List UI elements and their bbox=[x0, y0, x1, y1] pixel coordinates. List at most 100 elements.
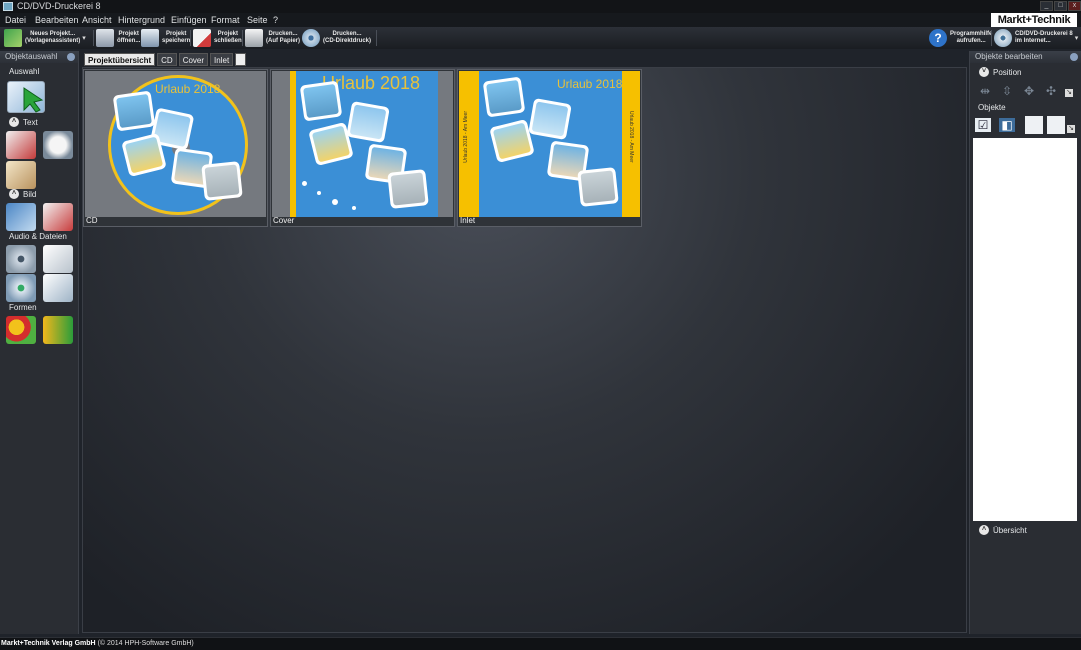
cd-heading: Urlaub 2018 bbox=[155, 82, 221, 96]
close-window-button[interactable]: x bbox=[1068, 1, 1081, 11]
panel-header: Objekte bearbeiten bbox=[970, 51, 1081, 63]
thumbnail-caption: Inlet bbox=[460, 216, 476, 225]
new-project-button[interactable]: Neues Projekt... (Vorlagenassistent) ▾ bbox=[4, 28, 86, 48]
text-tool-icon[interactable] bbox=[6, 131, 36, 159]
file-list-icon[interactable] bbox=[43, 274, 73, 302]
object-properties-icon[interactable] bbox=[1025, 116, 1043, 134]
panel-title: Objektauswahl bbox=[5, 52, 58, 61]
close-project-button[interactable]: Projekt schließen bbox=[193, 28, 242, 48]
layer-order-icon[interactable]: ◧ bbox=[999, 118, 1015, 132]
menu-ansicht[interactable]: Ansicht bbox=[82, 15, 112, 25]
curved-text-icon[interactable] bbox=[43, 131, 73, 159]
toolbar-separator bbox=[242, 30, 243, 46]
inlet-preview: Urlaub 2018 - Am Meer Urlaub 2018 - Am M… bbox=[459, 71, 640, 217]
section-label: Audio & Dateien bbox=[9, 232, 67, 241]
new-project-label: Neues Projekt... bbox=[30, 31, 76, 37]
lines-tool-icon[interactable] bbox=[43, 316, 73, 344]
print-paper-button[interactable]: Drucken... (Auf Papier) bbox=[245, 28, 300, 48]
select-tool-icon[interactable] bbox=[7, 81, 45, 113]
thumbnail-inlet[interactable]: Urlaub 2018 - Am Meer Urlaub 2018 - Am M… bbox=[457, 69, 642, 227]
menu-bearbeiten[interactable]: Bearbeiten bbox=[35, 15, 79, 25]
help-button[interactable]: ? Programmhilfe aufrufen... bbox=[929, 28, 992, 48]
printer-icon bbox=[245, 29, 263, 47]
thumbnail-caption: CD bbox=[86, 216, 98, 225]
view-tabs: Projektübersicht CD Cover Inlet bbox=[84, 53, 248, 66]
shapes-tool-icon[interactable] bbox=[6, 316, 36, 344]
inlet-spine-left: Urlaub 2018 - Am Meer bbox=[463, 111, 469, 163]
clipart-icon[interactable] bbox=[43, 203, 73, 231]
help-sublabel: aufrufen... bbox=[956, 38, 986, 44]
internet-button[interactable]: CD/DVD-Druckerei 8 im Internet... ▾ bbox=[994, 28, 1078, 48]
section-text[interactable]: ˄ Text bbox=[9, 117, 38, 127]
align-horizontal-icon[interactable]: ⇹ bbox=[977, 84, 993, 98]
brand-logo: Markt+Technik bbox=[991, 13, 1077, 27]
status-bar: Markt+Technik Verlag GmbH (© 2014 HPH-So… bbox=[0, 637, 1081, 650]
new-page-icon[interactable] bbox=[235, 53, 247, 66]
audio-tracks-icon[interactable] bbox=[6, 245, 36, 273]
chevron-down-icon[interactable]: ˅ bbox=[979, 67, 989, 77]
object-edit-icon[interactable] bbox=[1047, 116, 1065, 134]
thumbnail-cd[interactable]: Urlaub 2018 CD bbox=[83, 69, 268, 227]
menu-datei[interactable]: Datei bbox=[5, 15, 26, 25]
toolbar-separator bbox=[93, 30, 94, 46]
pin-icon[interactable] bbox=[1070, 53, 1078, 61]
toolbar-separator bbox=[190, 30, 191, 46]
distribute-icon[interactable]: ✣ bbox=[1043, 84, 1059, 98]
menu-help[interactable]: ? bbox=[273, 15, 278, 25]
inlet-heading: Urlaub 2018 bbox=[557, 77, 623, 91]
print-cd-label: Drucken... bbox=[332, 31, 362, 37]
objects-list[interactable] bbox=[973, 138, 1077, 521]
window-title: CD/DVD-Druckerei 8 bbox=[17, 1, 101, 11]
tab-inlet[interactable]: Inlet bbox=[210, 53, 234, 66]
track-list-icon[interactable] bbox=[43, 245, 73, 273]
chevron-up-icon[interactable]: ˄ bbox=[9, 117, 19, 127]
select-all-icon[interactable]: ☑ bbox=[975, 118, 991, 132]
chevron-up-icon[interactable]: ˄ bbox=[979, 525, 989, 535]
cover-preview: Urlaub 2018 bbox=[272, 71, 453, 217]
image-tool-icon[interactable] bbox=[6, 203, 36, 231]
center-icon[interactable]: ✥ bbox=[1021, 84, 1037, 98]
open-project-sublabel: öffnen... bbox=[117, 38, 141, 44]
panel-header: Objektauswahl bbox=[0, 51, 78, 63]
menu-hintergrund[interactable]: Hintergrund bbox=[118, 15, 165, 25]
status-company: Markt+Technik Verlag GmbH bbox=[1, 640, 96, 647]
dropdown-arrow-icon[interactable]: ▾ bbox=[1075, 34, 1079, 42]
menu-format[interactable]: Format bbox=[211, 15, 240, 25]
thumbnail-caption: Cover bbox=[273, 216, 295, 225]
menu-einfuegen[interactable]: Einfügen bbox=[171, 15, 207, 25]
section-label: Text bbox=[23, 117, 38, 127]
expand-icon[interactable]: ↘ bbox=[1065, 89, 1073, 97]
menu-seite[interactable]: Seite bbox=[247, 15, 268, 25]
open-project-button[interactable]: Projekt öffnen... bbox=[96, 28, 140, 48]
print-cd-button[interactable]: Drucken... (CD-Direktdruck) bbox=[302, 28, 371, 48]
edit-objects-panel: Objekte bearbeiten ˅ Position ⇹ ⇳ ✥ ✣ ↘ O… bbox=[969, 51, 1081, 634]
thumbnail-cover[interactable]: Urlaub 2018 Cover bbox=[270, 69, 455, 227]
print-paper-label: Drucken... bbox=[268, 31, 298, 37]
align-vertical-icon[interactable]: ⇳ bbox=[999, 84, 1015, 98]
object-selection-panel: Objektauswahl Auswahl ˄ Text ˄ Bild Audio … bbox=[0, 51, 79, 634]
expand-icon[interactable]: ↘ bbox=[1067, 125, 1075, 133]
section-shapes: Formen bbox=[9, 303, 37, 312]
toolbar-separator bbox=[376, 30, 377, 46]
minimize-button[interactable]: _ bbox=[1040, 1, 1053, 11]
save-project-label: Projekt bbox=[166, 31, 187, 37]
stamp-icon[interactable] bbox=[6, 161, 36, 189]
pin-icon[interactable] bbox=[67, 53, 75, 61]
maximize-button[interactable]: □ bbox=[1054, 1, 1067, 11]
section-image[interactable]: ˄ Bild bbox=[9, 189, 36, 199]
inlet-spine-right: Urlaub 2018 - Am Meer bbox=[628, 111, 634, 163]
section-label: Übersicht bbox=[993, 525, 1027, 535]
save-icon bbox=[141, 29, 159, 47]
dropdown-arrow-icon[interactable]: ▾ bbox=[82, 34, 86, 42]
print-paper-sublabel: (Auf Papier) bbox=[266, 38, 301, 44]
tab-cover[interactable]: Cover bbox=[178, 53, 209, 66]
new-project-icon bbox=[4, 29, 22, 47]
save-project-button[interactable]: Projekt speichern bbox=[141, 28, 190, 48]
tab-cd[interactable]: CD bbox=[157, 53, 177, 66]
tab-project-overview[interactable]: Projektübersicht bbox=[84, 53, 156, 66]
section-overview[interactable]: ˄ Übersicht bbox=[979, 525, 1027, 535]
chevron-up-icon[interactable]: ˄ bbox=[9, 189, 19, 199]
data-files-icon[interactable] bbox=[6, 274, 36, 302]
section-position[interactable]: ˅ Position bbox=[979, 67, 1021, 77]
section-objects: Objekte bbox=[978, 103, 1006, 112]
